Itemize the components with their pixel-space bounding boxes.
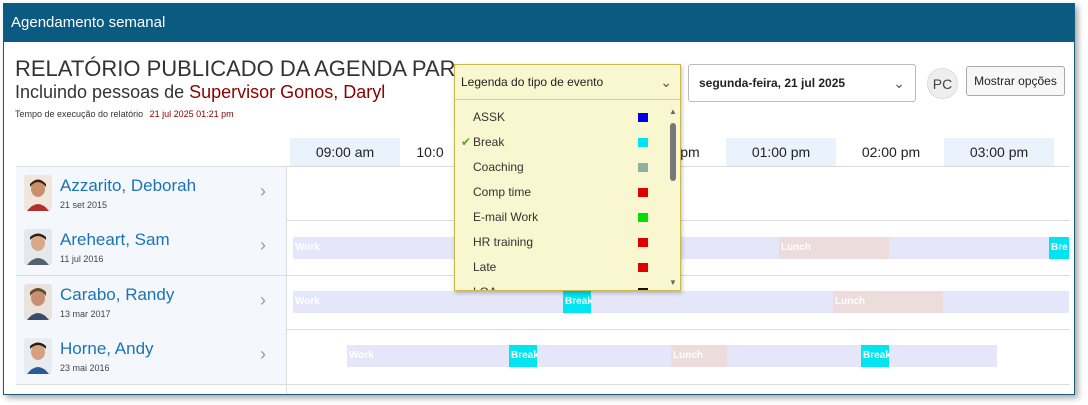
legend-item[interactable]: ASSK [455, 105, 667, 130]
weekly-schedule-window: Agendamento semanal RELATÓRIO PUBLICADO … [3, 3, 1075, 395]
legend-item[interactable]: ✔ Break [455, 130, 667, 155]
chevron-right-icon[interactable]: › [260, 235, 266, 256]
scroll-down-icon[interactable]: ▼ [668, 278, 678, 287]
legend-item[interactable]: Coaching [455, 155, 667, 180]
break-segment: Break [861, 345, 889, 367]
time-slot: 02:00 pm [861, 144, 921, 160]
report-title-text: RELATÓRIO PUBLICADO DA AGENDA PARA [15, 56, 455, 81]
date-select-value: segunda-feira, 21 jul 2025 [699, 76, 846, 90]
legend-dropdown-header[interactable]: Legenda do tipo de evento ⌄ [455, 65, 680, 100]
supervisor-name: Supervisor Gonos, Daryl [189, 82, 386, 102]
time-slot: 10:0 [416, 144, 444, 160]
legend-item-label: HR training [473, 235, 534, 249]
legend-item-label: E-mail Work [473, 210, 539, 224]
avatar [24, 175, 52, 211]
color-swatch [638, 263, 648, 272]
chevron-right-icon[interactable]: › [260, 290, 266, 311]
check-icon: ✔ [461, 135, 472, 149]
show-options-button[interactable]: Mostrar opções [966, 66, 1065, 96]
scroll-thumb[interactable] [670, 123, 676, 181]
legend-item-label: ASSK [473, 110, 506, 124]
legend-item[interactable]: HR training [455, 230, 667, 255]
person-date: 23 mai 2016 [60, 363, 110, 373]
legend-item-label: Break [473, 135, 505, 149]
grid-divider [16, 384, 1070, 385]
person-row[interactable]: Azzarito, Deborah 21 set 2015 › [16, 167, 286, 221]
report-runtime: Tempo de execução do relatório 21 jul 20… [15, 109, 234, 119]
work-segment: Work [349, 350, 374, 361]
person-date: 11 jul 2016 [60, 254, 104, 264]
legend-item-label: Late [473, 260, 497, 274]
break-segment: Break [563, 291, 591, 313]
schedule-bar[interactable]: Work Break Lunch Break [347, 345, 997, 367]
color-swatch [638, 163, 648, 172]
color-swatch [638, 288, 648, 290]
report-title: RELATÓRIO PUBLICADO DA AGENDA PARA SE [15, 56, 455, 82]
legend-item-label: Comp time [473, 185, 532, 199]
avatar [24, 338, 52, 374]
break-segment: Break [509, 345, 537, 367]
person-row[interactable]: Carabo, Randy 13 mar 2017 › [16, 276, 286, 330]
person-date: 13 mar 2017 [60, 309, 111, 319]
report-subtitle: Incluindo pessoas de Supervisor Gonos, D… [15, 82, 385, 103]
legend-item-label: Coaching [473, 160, 524, 174]
person-row[interactable]: Horne, Andy 23 mai 2016 › [16, 330, 286, 384]
time-slot: 01:00 pm [726, 138, 836, 166]
legend-item[interactable]: LOA [455, 280, 667, 290]
column-divider [286, 166, 287, 394]
scroll-up-icon[interactable]: ▲ [668, 107, 678, 116]
date-select[interactable]: segunda-feira, 21 jul 2025 ⌄ [688, 64, 916, 102]
runtime-label: Tempo de execução do relatório [15, 109, 144, 119]
time-slot: 03:00 pm [944, 138, 1054, 166]
lunch-segment: Lunch [671, 345, 727, 367]
legend-item-label: LOA [473, 285, 497, 290]
event-type-legend-dropdown[interactable]: Legenda do tipo de evento ⌄ ASSK ✔ Break Co… [454, 64, 681, 291]
person-date: 21 set 2015 [60, 200, 108, 210]
avatar [24, 229, 52, 265]
time-slot: 09:00 am [290, 138, 400, 166]
person-name: Carabo, Randy [60, 285, 175, 304]
legend-list: ASSK ✔ Break Coaching Comp time E-mail Work HR… [455, 105, 667, 290]
legend-scrollbar[interactable]: ▲ ▼ [667, 105, 679, 289]
legend-item[interactable]: Late [455, 255, 667, 280]
chevron-down-icon: ⌄ [893, 75, 905, 91]
person-name: Horne, Andy [60, 339, 154, 358]
legend-label: Legenda do tipo de evento [461, 75, 604, 89]
avatar [24, 284, 52, 320]
color-swatch [638, 138, 648, 147]
person-name: Azzarito, Deborah [60, 176, 197, 195]
legend-item[interactable]: Comp time [455, 180, 667, 205]
person-name: Areheart, Sam [60, 230, 170, 249]
color-swatch [638, 188, 648, 197]
lunch-segment: Lunch [779, 237, 889, 259]
lunch-segment: Lunch [833, 291, 943, 313]
color-swatch [638, 238, 648, 247]
report-subtitle-text: Incluindo pessoas de [15, 82, 185, 102]
legend-item[interactable]: E-mail Work [455, 205, 667, 230]
schedule-bar[interactable]: Work Lunch Bre [293, 237, 1069, 259]
chevron-down-icon: ⌄ [660, 74, 672, 90]
user-avatar[interactable]: PC [927, 68, 958, 99]
chevron-right-icon[interactable]: › [260, 181, 266, 202]
window-title: Agendamento semanal [4, 4, 1074, 42]
runtime-value: 21 jul 2025 01:21 pm [149, 109, 234, 119]
work-segment: Work [295, 242, 320, 253]
color-swatch [638, 213, 648, 222]
chevron-right-icon[interactable]: › [260, 344, 266, 365]
work-segment: Work [295, 296, 320, 307]
schedule-bar[interactable]: Work Break Lunch [293, 291, 1069, 313]
break-segment: Bre [1049, 237, 1069, 259]
color-swatch [638, 113, 648, 122]
person-row[interactable]: Areheart, Sam 11 jul 2016 › [16, 221, 286, 275]
